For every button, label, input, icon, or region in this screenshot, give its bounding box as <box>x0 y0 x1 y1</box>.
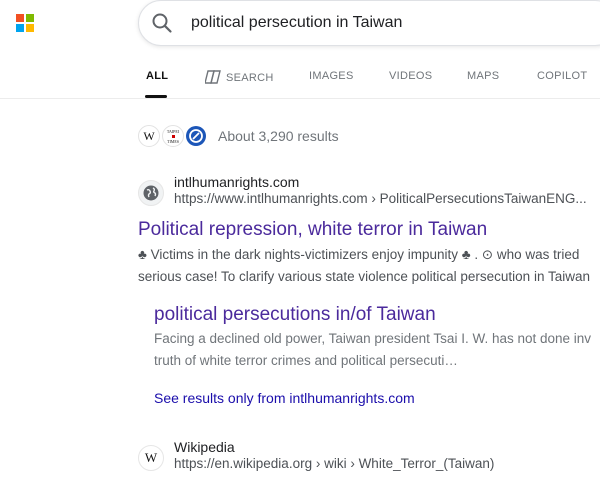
search-query[interactable]: political persecution in Taiwan <box>191 14 402 32</box>
search-tabs: ALL SEARCH IMAGES VIDEOS MAPS COPILOT <box>0 60 600 99</box>
taipei-times-line2: TIMES <box>167 138 179 144</box>
result-site-name: intlhumanrights.com <box>174 174 300 190</box>
taipei-times-favicon[interactable]: TAIPEI TIMES <box>162 125 184 147</box>
tab-images[interactable]: IMAGES <box>309 70 354 82</box>
see-more-from-site-link[interactable]: See results only from intlhumanrights.co… <box>154 390 415 406</box>
search-icon[interactable] <box>151 12 173 34</box>
result-site-name: Wikipedia <box>174 439 235 455</box>
result-count: About 3,290 results <box>218 128 339 144</box>
sublink-snippet: Facing a declined old power, Taiwan pres… <box>154 328 591 372</box>
result-title-link[interactable]: Political repression, white terror in Ta… <box>138 219 487 241</box>
taipei-times-mark <box>171 134 175 138</box>
sublink-title[interactable]: political persecutions in/of Taiwan <box>154 304 436 326</box>
globe-icon <box>138 180 164 206</box>
logo-square-yellow <box>26 24 34 32</box>
sublink-snippet-line2: truth of white terror crimes and politic… <box>154 353 458 368</box>
circle-logo-favicon[interactable] <box>186 126 206 146</box>
results-summary: W TAIPEI TIMES About 3,290 results <box>138 124 339 148</box>
result-url: https://www.intlhumanrights.com › Politi… <box>174 191 587 206</box>
tab-search[interactable]: SEARCH <box>204 70 274 87</box>
result-sublink: political persecutions in/of Taiwan <box>154 304 436 326</box>
wikipedia-glyph: W <box>144 450 158 465</box>
result-1-snippet: ♣ Victims in the dark nights-victimizers… <box>138 244 590 288</box>
logo-square-red <box>16 14 24 22</box>
tab-copilot[interactable]: COPILOT <box>537 70 587 82</box>
tab-videos[interactable]: VIDEOS <box>389 70 432 82</box>
wikipedia-icon: W <box>138 445 164 471</box>
result-url: https://en.wikipedia.org › wiki › White_… <box>174 456 495 471</box>
sublink-snippet-line1: Facing a declined old power, Taiwan pres… <box>154 331 592 346</box>
logo-square-blue <box>16 24 24 32</box>
search-box[interactable]: political persecution in Taiwan <box>138 0 600 46</box>
tab-all[interactable]: ALL <box>146 70 168 82</box>
result-snippet-line2: serious case! To clarify various state v… <box>138 269 590 284</box>
result-1-title-block: Political repression, white terror in Ta… <box>138 219 487 241</box>
result-snippet-line1: ♣ Victims in the dark nights-victimizers… <box>138 247 580 262</box>
wikipedia-favicon[interactable]: W <box>138 125 160 147</box>
tab-search-label: SEARCH <box>226 72 274 84</box>
microsoft-logo[interactable] <box>16 14 34 32</box>
logo-square-green <box>26 14 34 22</box>
copilot-search-icon <box>204 70 221 87</box>
tab-maps[interactable]: MAPS <box>467 70 499 82</box>
taipei-times-line1: TAIPEI <box>166 128 180 134</box>
active-tab-indicator <box>145 95 167 98</box>
